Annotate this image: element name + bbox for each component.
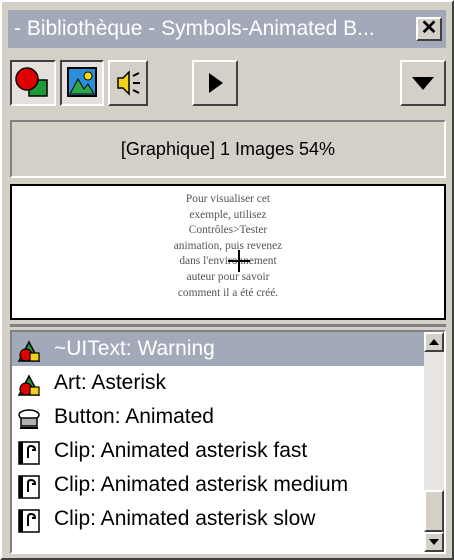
options-menu-button[interactable]	[400, 60, 446, 106]
status-bar: [Graphique] 1 Images 54%	[10, 120, 446, 178]
graphic-symbol-icon	[17, 374, 41, 396]
library-item[interactable]: Clip: Animated asterisk fast	[12, 434, 424, 468]
movie-clip-icon	[18, 441, 40, 465]
sound-filter-button[interactable]	[108, 60, 148, 106]
scroll-up-button[interactable]	[424, 332, 444, 352]
scroll-down-button[interactable]	[424, 532, 444, 552]
library-item[interactable]: Clip: Animated asterisk medium	[12, 468, 424, 502]
crosshair-icon	[228, 250, 250, 272]
options-menu-icon	[412, 77, 434, 90]
preview-line: Contrôles>Tester	[188, 224, 268, 237]
play-icon	[209, 73, 223, 93]
status-text: [Graphique] 1 Images 54%	[120, 139, 336, 159]
library-item-label: Art: Asterisk	[54, 371, 167, 394]
library-item-label: Clip: Animated asterisk slow	[54, 507, 316, 530]
library-item[interactable]: Art: Asterisk	[12, 366, 424, 400]
arrow-up-icon	[429, 339, 439, 345]
bitmap-icon	[67, 67, 97, 97]
preview-line: Pour visualiser cet	[185, 193, 271, 205]
library-list: ~UIText: Warning Art: Asterisk Button: A…	[10, 330, 446, 554]
library-item[interactable]: Clip: Animated asterisk slow	[12, 502, 424, 536]
graphic-symbol-icon	[17, 340, 41, 362]
sound-icon	[117, 70, 140, 96]
title-bar[interactable]: - Bibliothèque - Symbols-Animated B... ✕	[8, 10, 446, 48]
play-button[interactable]	[192, 60, 238, 106]
graphic-filter-button[interactable]	[10, 60, 56, 106]
graphic-symbol-icon	[15, 67, 48, 97]
library-item-label: Clip: Animated asterisk medium	[54, 473, 349, 496]
pane-splitter[interactable]	[10, 324, 446, 327]
library-window: - Bibliothèque - Symbols-Animated B... ✕	[0, 0, 454, 560]
button-symbol-icon	[18, 409, 40, 429]
library-item-label: ~UIText: Warning	[54, 337, 215, 360]
bitmap-filter-button[interactable]	[60, 60, 104, 106]
arrow-down-icon	[429, 539, 439, 545]
preview-line: exemple, utilisez	[189, 208, 267, 221]
preview-text: Pour visualiser cet exemple, utilisez Co…	[12, 192, 444, 301]
library-item[interactable]: Button: Animated	[12, 400, 424, 434]
movie-clip-icon	[18, 509, 40, 533]
library-item-label: Clip: Animated asterisk fast	[54, 439, 308, 462]
close-button[interactable]: ✕	[416, 17, 442, 41]
preview-line: auteur pour savoir	[186, 270, 270, 283]
movie-clip-icon	[18, 475, 40, 499]
library-item-label: Button: Animated	[54, 405, 214, 428]
preview-pane[interactable]: Pour visualiser cet exemple, utilisez Co…	[10, 184, 446, 320]
preview-line: comment il a été créé.	[177, 286, 279, 299]
window-title: - Bibliothèque - Symbols-Animated B...	[14, 17, 375, 40]
scroll-thumb[interactable]	[424, 490, 444, 532]
vertical-scrollbar[interactable]	[424, 332, 444, 552]
library-item[interactable]: ~UIText: Warning	[12, 332, 424, 366]
